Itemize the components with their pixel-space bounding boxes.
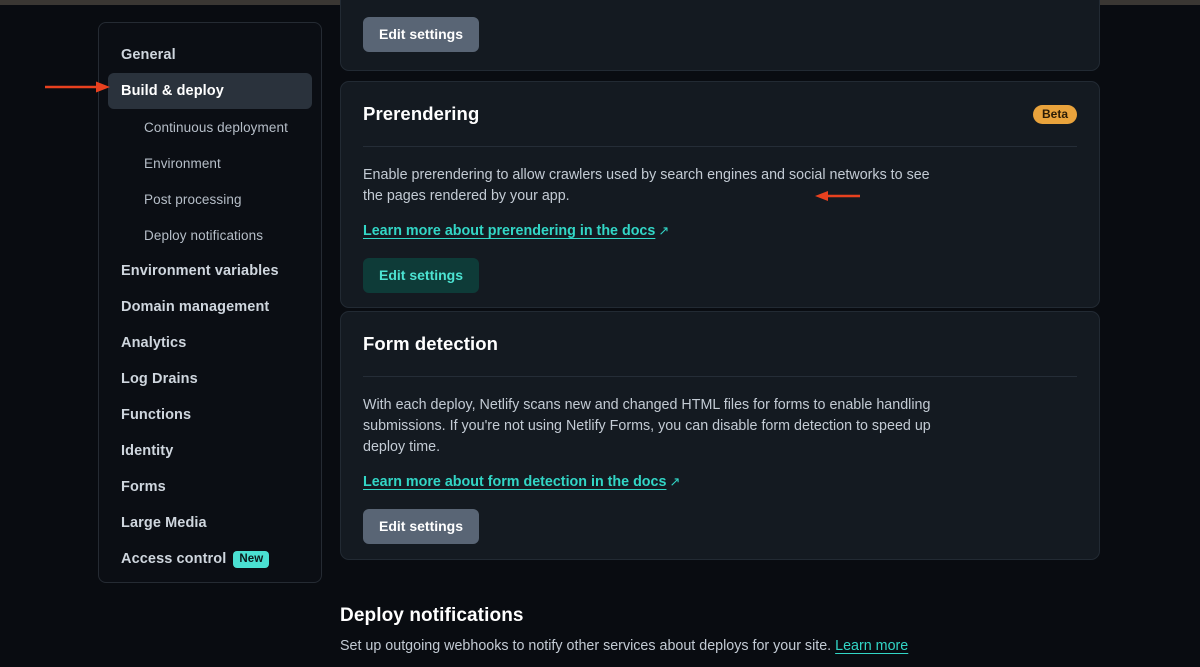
form-detection-card: Form detection With each deploy, Netlify… bbox=[340, 311, 1100, 560]
prerendering-card: Prerendering Beta Enable prerendering to… bbox=[340, 81, 1100, 308]
sidebar-item-label: Access control bbox=[121, 551, 227, 567]
edit-settings-button-form-detection[interactable]: Edit settings bbox=[363, 509, 480, 544]
sidebar-item-general[interactable]: General bbox=[108, 37, 312, 73]
sidebar-item-continuous-deployment[interactable]: Continuous deployment bbox=[108, 109, 312, 145]
sidebar-item-label: Forms bbox=[121, 479, 166, 495]
sidebar-item-label: General bbox=[121, 47, 176, 63]
deploy-notifications-section: Deploy notifications Set up outgoing web… bbox=[340, 605, 1140, 654]
edit-settings-button-prerendering[interactable]: Edit settings bbox=[363, 258, 480, 293]
sidebar-item-label: Deploy notifications bbox=[144, 227, 264, 243]
main-content: Edit settings Prerendering Beta Enable p… bbox=[340, 0, 1200, 667]
form-detection-title: Form detection bbox=[363, 333, 499, 354]
form-detection-title-wrap: Form detection bbox=[363, 333, 498, 355]
external-link-arrow-icon: ↗ bbox=[658, 223, 670, 238]
sidebar-item-label: Large Media bbox=[121, 515, 207, 531]
sidebar-item-domain-management[interactable]: Domain management bbox=[108, 289, 312, 325]
deploy-notifications-title: Deploy notifications bbox=[340, 605, 524, 626]
sidebar-item-access-control[interactable]: Access control New bbox=[108, 541, 312, 577]
form-detection-card-header: Form detection bbox=[363, 312, 1077, 376]
settings-page: General Build & deploy Continuous deployme… bbox=[0, 0, 1200, 667]
sidebar-item-functions[interactable]: Functions bbox=[108, 397, 312, 433]
sidebar-item-large-media[interactable]: Large Media bbox=[108, 505, 312, 541]
sidebar-item-label: Identity bbox=[121, 443, 174, 459]
beta-badge: Beta bbox=[1032, 104, 1077, 124]
sidebar-item-post-processing[interactable]: Post processing bbox=[108, 181, 312, 217]
sidebar-item-label: Environment variables bbox=[121, 263, 279, 279]
sidebar-item-log-drains[interactable]: Log Drains bbox=[108, 361, 312, 397]
external-link-arrow-icon: ↗ bbox=[669, 474, 681, 489]
edit-settings-button-top[interactable]: Edit settings bbox=[363, 17, 480, 52]
sidebar-item-label: Build & deploy bbox=[121, 83, 224, 99]
left-gutter bbox=[0, 5, 98, 667]
form-detection-card-body: With each deploy, Netlify scans new and … bbox=[363, 377, 1077, 544]
sidebar-item-label: Analytics bbox=[121, 335, 187, 351]
sidebar-item-analytics[interactable]: Analytics bbox=[108, 325, 312, 361]
new-badge: New bbox=[233, 550, 270, 568]
prerendering-title-wrap: Prerendering bbox=[363, 103, 860, 201]
deploy-notifications-description: Set up outgoing webhooks to notify other… bbox=[340, 638, 1140, 654]
prerendering-docs-link-label: Learn more about prerendering in the doc… bbox=[363, 223, 656, 239]
prerendering-card-body: Enable prerendering to allow crawlers us… bbox=[363, 147, 1077, 293]
deploy-notifications-description-text: Set up outgoing webhooks to notify other… bbox=[340, 638, 832, 654]
sidebar-item-identity[interactable]: Identity bbox=[108, 433, 312, 469]
sidebar-item-label: Log Drains bbox=[121, 371, 198, 387]
sidebar-item-label: Continuous deployment bbox=[144, 119, 288, 135]
form-detection-docs-link[interactable]: Learn more about form detection in the d… bbox=[363, 474, 680, 490]
sidebar-item-label: Domain management bbox=[121, 299, 270, 315]
prerendering-title: Prerendering bbox=[363, 103, 480, 124]
sidebar-item-environment-variables[interactable]: Environment variables bbox=[108, 253, 312, 289]
sidebar-item-label: Post processing bbox=[144, 191, 242, 207]
form-detection-docs-link-label: Learn more about form detection in the d… bbox=[363, 474, 667, 490]
form-detection-description: With each deploy, Netlify scans new and … bbox=[363, 397, 931, 455]
prerendering-card-header: Prerendering Beta bbox=[363, 82, 1077, 201]
settings-sidebar: General Build & deploy Continuous deployme… bbox=[98, 22, 322, 583]
prerendering-docs-link[interactable]: Learn more about prerendering in the doc… bbox=[363, 223, 669, 239]
prerendering-description: Enable prerendering to allow crawlers us… bbox=[363, 167, 930, 204]
sidebar-item-label: Environment bbox=[144, 155, 221, 171]
card-partial-above: Edit settings bbox=[340, 0, 1100, 71]
deploy-notifications-learn-more-link[interactable]: Learn more bbox=[835, 638, 908, 654]
sidebar-item-label: Functions bbox=[121, 407, 192, 423]
sidebar-item-build-deploy[interactable]: Build & deploy bbox=[108, 73, 312, 109]
sidebar-item-forms[interactable]: Forms bbox=[108, 469, 312, 505]
sidebar-item-environment[interactable]: Environment bbox=[108, 145, 312, 181]
sidebar-item-deploy-notifications[interactable]: Deploy notifications bbox=[108, 217, 312, 253]
